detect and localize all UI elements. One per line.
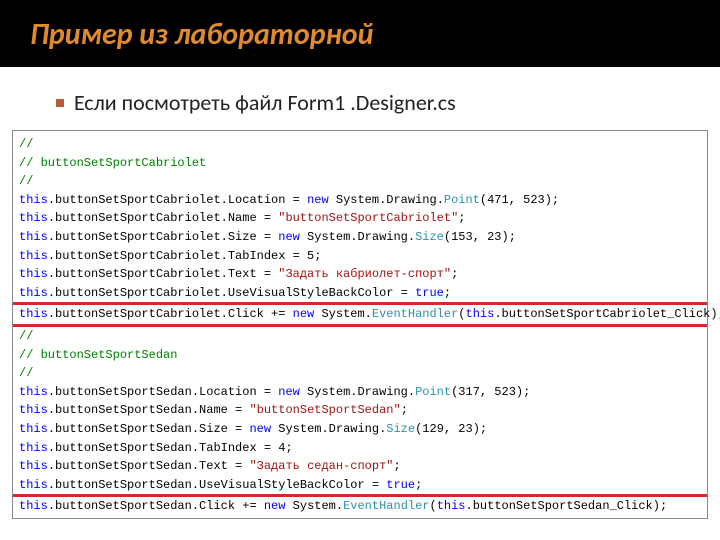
code-line: this.buttonSetSportCabriolet.Size = new …: [19, 228, 701, 247]
code-comment: //: [19, 137, 33, 151]
code-line: this.buttonSetSportCabriolet.TabIndex = …: [19, 247, 701, 266]
code-line: this.buttonSetSportSedan.Text = "Задать …: [19, 457, 701, 476]
code-comment: //: [19, 329, 33, 343]
code-comment: // buttonSetSportSedan: [19, 348, 177, 362]
code-comment: //: [19, 174, 33, 188]
slide-header: Пример из лабораторной: [0, 0, 720, 67]
code-line: this.buttonSetSportSedan.Size = new Syst…: [19, 420, 701, 439]
code-line: this.buttonSetSportCabriolet.Text = "Зад…: [19, 265, 701, 284]
code-line: this.buttonSetSportCabriolet.UseVisualSt…: [19, 284, 701, 303]
code-comment: // buttonSetSportCabriolet: [19, 156, 206, 170]
code-line: this.buttonSetSportSedan.Name = "buttonS…: [19, 401, 701, 420]
code-line: this.buttonSetSportSedan.UseVisualStyleB…: [19, 476, 701, 495]
code-line: this.buttonSetSportCabriolet.Location = …: [19, 191, 701, 210]
slide-subtitle: Если посмотреть файл Form1 .Designer.cs: [74, 89, 690, 116]
bullet-icon: [56, 99, 64, 107]
slide-title: Пример из лабораторной: [30, 16, 690, 53]
code-comment: //: [19, 366, 33, 380]
code-line: this.buttonSetSportSedan.TabIndex = 4;: [19, 439, 701, 458]
code-block: // // buttonSetSportCabriolet // this.bu…: [12, 130, 708, 519]
code-line: this.buttonSetSportSedan.Location = new …: [19, 383, 701, 402]
code-line: this.buttonSetSportCabriolet.Name = "but…: [19, 209, 701, 228]
code-line: this.buttonSetSportCabriolet.Click += ne…: [19, 305, 701, 324]
code-line: this.buttonSetSportSedan.Click += new Sy…: [19, 497, 701, 516]
subtitle-row: Если посмотреть файл Form1 .Designer.cs: [0, 67, 720, 130]
